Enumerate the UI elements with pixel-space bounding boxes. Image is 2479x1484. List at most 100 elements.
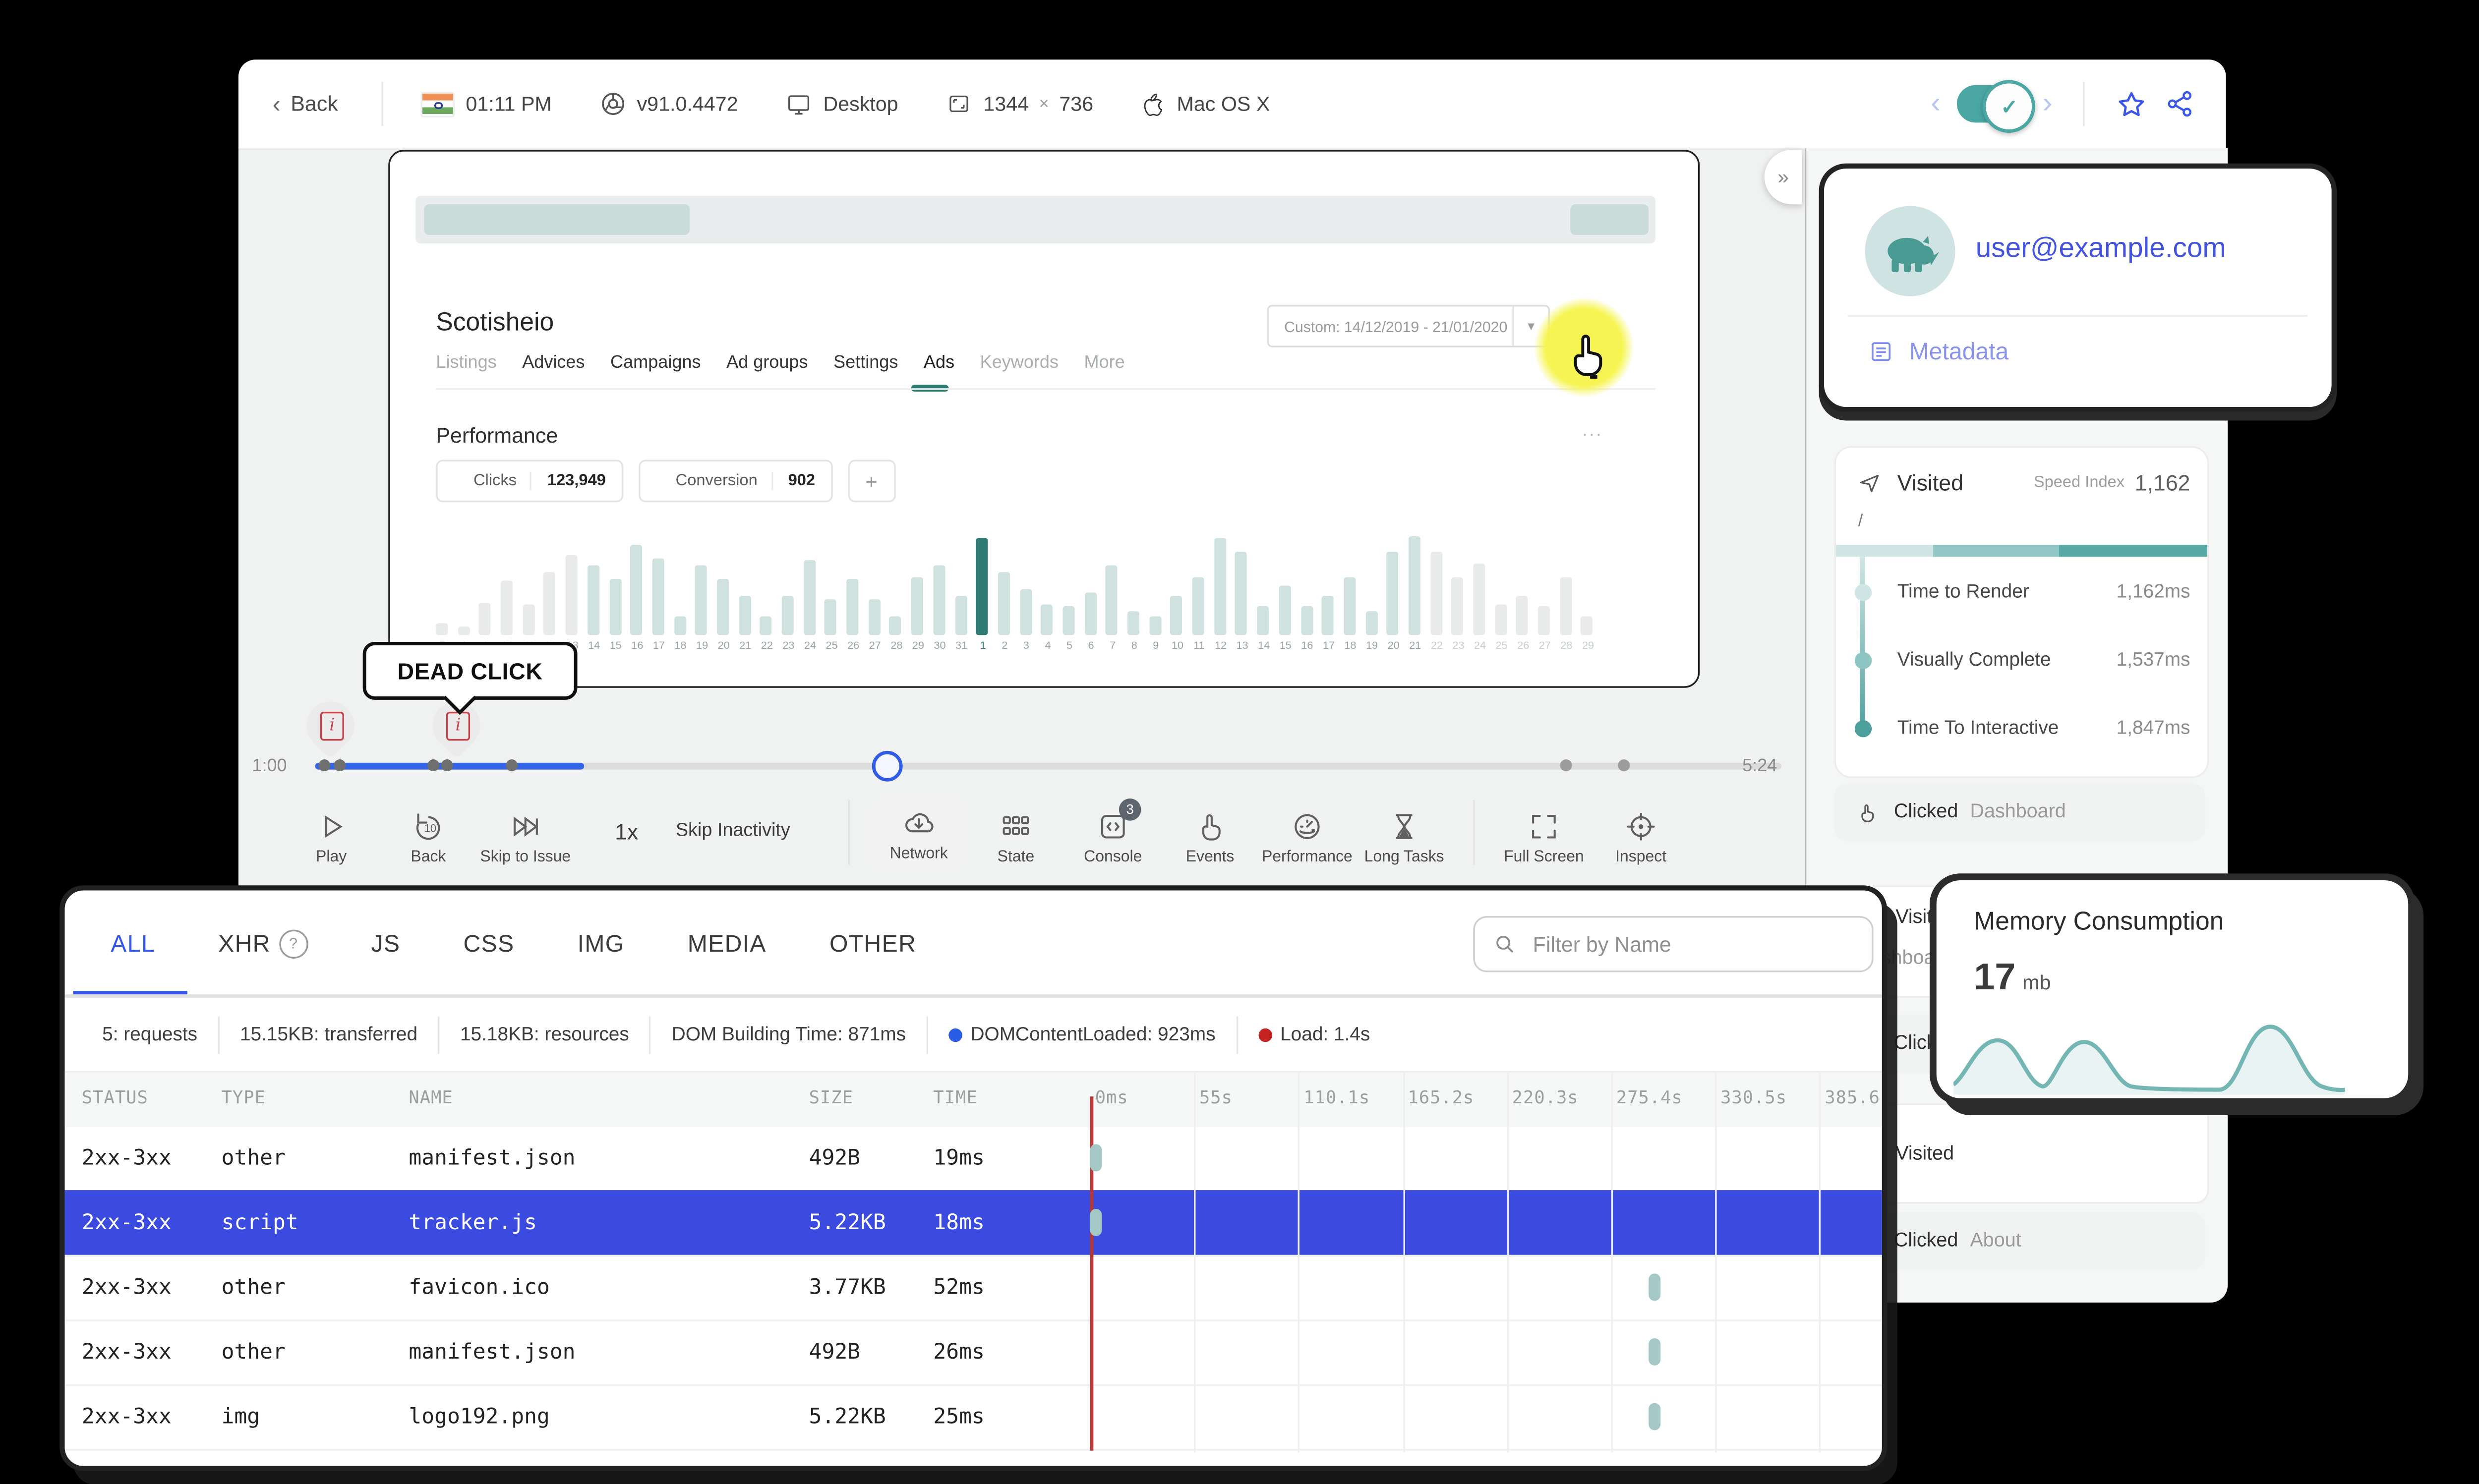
column-header[interactable]: SIZE (809, 1088, 853, 1108)
chart-bar[interactable]: 8 (1127, 536, 1140, 652)
network-tab-css[interactable]: CSS (463, 930, 514, 957)
network-request-row[interactable]: 2xx-3xx other manifest.json 492B 26ms (64, 1319, 1882, 1386)
chart-bar[interactable]: 13 (1235, 536, 1248, 652)
event-dot[interactable] (506, 759, 518, 772)
chart-bar[interactable]: 7 (436, 536, 448, 652)
metric-chip-conversion[interactable]: Conversion 902 (638, 459, 832, 503)
chart-bar[interactable]: 30 (933, 536, 946, 652)
network-tab-js[interactable]: JS (371, 930, 400, 957)
view-full-screen-button[interactable]: Full Screen (1495, 809, 1593, 867)
panel-state-button[interactable]: State (967, 809, 1064, 867)
site-tab-listings[interactable]: Listings (436, 352, 496, 387)
skip-inactivity-button[interactable]: Skip Inactivity (676, 821, 790, 841)
chart-bar[interactable]: 12 (1214, 536, 1227, 652)
panel-long-tasks-button[interactable]: Long Tasks (1356, 809, 1453, 867)
chart-bar[interactable]: 22 (1430, 536, 1443, 652)
site-tab-more[interactable]: More (1084, 352, 1125, 387)
next-session-button[interactable]: › (2043, 87, 2052, 121)
network-tab-img[interactable]: IMG (578, 930, 625, 957)
site-tab-ads[interactable]: Ads (924, 352, 954, 387)
chart-bar[interactable]: 29 (1581, 536, 1594, 652)
playback-play-button[interactable]: Play (283, 809, 380, 867)
network-tab-xhr[interactable]: XHR? (218, 928, 308, 958)
site-tab-keywords[interactable]: Keywords (980, 352, 1059, 387)
network-tab-all[interactable]: ALL (111, 930, 155, 957)
event-visited[interactable]: Visited (1834, 1103, 2209, 1204)
user-email[interactable]: user@example.com (1976, 233, 2226, 266)
chart-bar[interactable]: 11 (522, 536, 535, 652)
chart-bar[interactable]: 27 (1538, 536, 1551, 652)
performance-more-icon[interactable]: ... (1582, 420, 1603, 441)
chart-bar[interactable]: 23 (781, 536, 794, 652)
network-request-row[interactable]: 2xx-3xx other favicon.ico 3.77KB 52ms (64, 1255, 1882, 1321)
chart-bar[interactable]: 9 (479, 536, 491, 652)
panel-events-button[interactable]: Events (1162, 809, 1259, 867)
chart-bar[interactable]: 15 (609, 536, 622, 652)
network-request-row[interactable]: 2xx-3xx other manifest.json 492B 19ms (64, 1126, 1882, 1192)
chart-bar[interactable]: 19 (695, 536, 708, 652)
timeline-playhead[interactable] (872, 750, 903, 782)
column-header[interactable]: TYPE (222, 1088, 266, 1108)
column-header[interactable]: STATUS (82, 1088, 148, 1108)
chart-bar[interactable]: 16 (1300, 536, 1313, 652)
date-range-picker[interactable]: Custom: 14/12/2019 - 21/01/2020 ▾ (1267, 304, 1550, 347)
chart-bar[interactable]: 27 (868, 536, 881, 652)
chart-bar[interactable]: 21 (1408, 536, 1421, 652)
playback-back-button[interactable]: Back (380, 809, 477, 867)
chart-bar[interactable]: 28 (889, 536, 902, 652)
column-header[interactable]: TIME (933, 1088, 977, 1108)
prev-session-button[interactable]: ‹ (1931, 87, 1940, 121)
chart-bar[interactable]: 9 (1149, 536, 1161, 652)
event-dot[interactable] (1560, 759, 1572, 772)
chart-bar[interactable]: 10 (501, 536, 514, 652)
chart-bar[interactable]: 6 (1084, 536, 1096, 652)
chart-bar[interactable]: 15 (1279, 536, 1292, 652)
back-button[interactable]: ‹ Back (273, 90, 338, 117)
chart-bar[interactable]: 24 (803, 536, 816, 652)
event-clicked-about[interactable]: Clicked About (1834, 1212, 2206, 1270)
chart-bar[interactable]: 17 (652, 536, 665, 652)
chart-bar[interactable]: 23 (1451, 536, 1465, 652)
site-tab-campaigns[interactable]: Campaigns (610, 352, 701, 387)
chart-bar[interactable]: 25 (1494, 536, 1508, 652)
filter-by-name-input[interactable] (1529, 930, 1826, 958)
panel-console-button[interactable]: 3 Console (1064, 799, 1162, 867)
bookmark-star-icon[interactable] (2115, 88, 2147, 120)
network-request-row[interactable]: 2xx-3xx script tracker.js 5.22KB 18ms (64, 1190, 1882, 1257)
site-tab-ad-groups[interactable]: Ad groups (726, 352, 808, 387)
network-filter[interactable] (1473, 916, 1874, 972)
share-icon[interactable] (2165, 89, 2195, 119)
chart-bar[interactable]: 20 (716, 536, 730, 652)
add-metric-button[interactable]: + (847, 459, 895, 503)
chart-bar[interactable]: 20 (1387, 536, 1400, 652)
chart-bar[interactable]: 14 (1257, 536, 1270, 652)
chart-bar[interactable]: 14 (587, 536, 600, 652)
chart-bar[interactable]: 18 (673, 536, 687, 652)
chart-bar[interactable]: 26 (1516, 536, 1529, 652)
chart-bar[interactable]: 4 (1041, 536, 1053, 652)
panel-performance-button[interactable]: Performance (1258, 809, 1356, 867)
chart-bar[interactable]: 5 (1062, 536, 1075, 652)
network-tab-other[interactable]: OTHER (829, 930, 916, 957)
chart-bar[interactable]: 19 (1365, 536, 1378, 652)
chart-bar[interactable]: 13 (565, 536, 579, 652)
chart-bar[interactable]: 21 (738, 536, 751, 652)
chart-bar[interactable]: 28 (1559, 536, 1572, 652)
issue-marker[interactable]: i (296, 691, 364, 763)
event-clicked-dashboard[interactable]: Clicked Dashboard (1834, 783, 2206, 841)
chart-bar[interactable]: 3 (1019, 536, 1032, 652)
chart-bar[interactable]: 16 (630, 536, 643, 652)
help-icon[interactable]: ? (279, 928, 308, 958)
chart-bar[interactable]: 11 (1192, 536, 1205, 652)
speed-button[interactable]: 1x (615, 818, 638, 844)
timeline-track[interactable] (315, 750, 1782, 782)
chart-bar[interactable]: 17 (1322, 536, 1335, 652)
chart-bar[interactable]: 1 (976, 536, 989, 652)
chart-bar[interactable]: 22 (760, 536, 773, 652)
metric-chip-clicks[interactable]: Clicks 123,949 (436, 459, 623, 503)
metadata-button[interactable]: Metadata (1868, 337, 2008, 364)
chart-bar[interactable]: 31 (954, 536, 967, 652)
network-tab-media[interactable]: MEDIA (688, 930, 767, 957)
playback-skip-to-issue-button[interactable]: Skip to Issue (477, 809, 574, 867)
site-tab-settings[interactable]: Settings (833, 352, 898, 387)
